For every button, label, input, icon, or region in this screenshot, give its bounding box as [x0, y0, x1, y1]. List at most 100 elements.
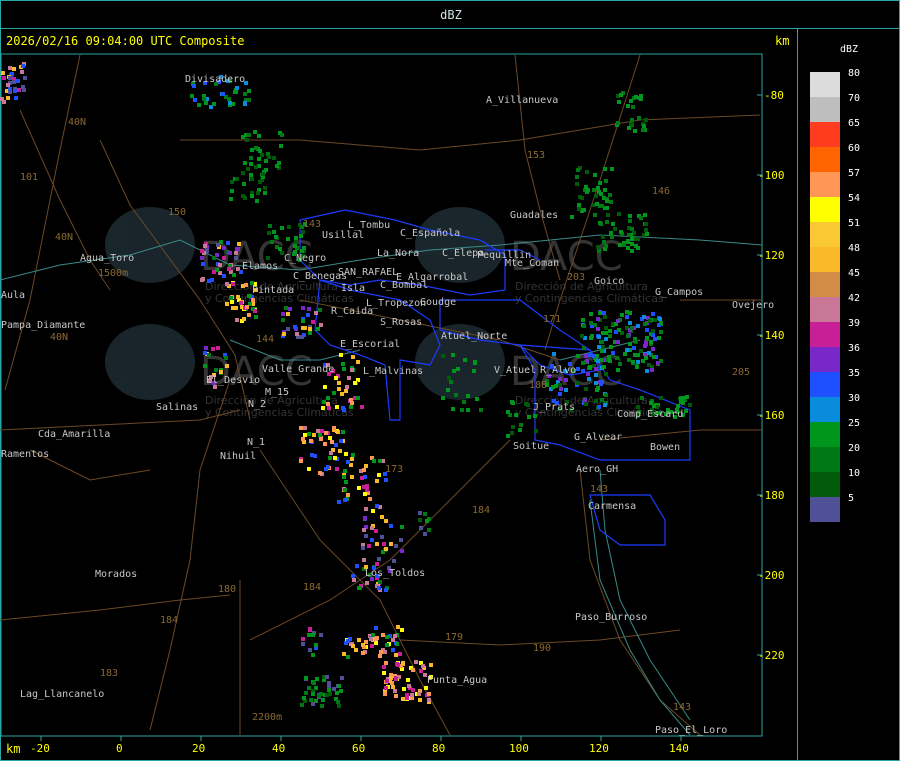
place-label: S_Rosas	[380, 317, 422, 328]
echo-pixel	[384, 547, 388, 551]
echo-pixel	[234, 306, 238, 310]
echo-pixel	[211, 347, 215, 351]
legend-title: dBZ	[840, 44, 859, 55]
echo-pixel	[419, 526, 423, 530]
echo-pixel	[341, 362, 345, 366]
echo-pixel	[380, 535, 384, 539]
echo-pixel	[235, 86, 239, 90]
place-label: Morados	[95, 569, 137, 580]
echo-pixel	[628, 311, 632, 315]
echo-pixel	[323, 385, 327, 389]
echo-pixel	[684, 409, 688, 413]
echo-pixel	[344, 452, 348, 456]
echo-pixel	[337, 684, 341, 688]
echo-pixel	[286, 327, 290, 331]
echo-pixel	[190, 94, 194, 98]
legend-swatch	[810, 272, 840, 297]
echo-pixel	[605, 199, 609, 203]
echo-pixel	[344, 641, 348, 645]
echo-pixel	[449, 380, 453, 384]
echo-pixel	[597, 345, 601, 349]
radar-map[interactable]: DACC DACC DACC DACC Dirección de Agricul…	[0, 0, 798, 761]
echo-pixel	[364, 507, 368, 511]
echo-pixel	[623, 352, 627, 356]
echo-pixel	[626, 239, 630, 243]
place-label: L_Tropezon	[366, 298, 426, 309]
echo-pixel	[588, 365, 592, 369]
echo-pixel	[384, 588, 388, 592]
echo-pixel	[564, 378, 568, 382]
echo-pixel	[600, 349, 604, 353]
echo-pixel	[360, 476, 364, 480]
echo-pixel	[618, 243, 622, 247]
echo-pixel	[222, 246, 226, 250]
echo-pixel	[606, 213, 610, 217]
echo-pixel	[225, 302, 229, 306]
echo-pixel	[363, 516, 367, 520]
echo-pixel	[214, 368, 218, 372]
echo-pixel	[245, 305, 249, 309]
echo-pixel	[334, 443, 338, 447]
echo-pixel	[360, 405, 364, 409]
place-label: Ovejero	[732, 300, 774, 311]
echo-pixel	[384, 661, 388, 665]
echo-pixel	[1, 71, 5, 75]
place-label: Lag_Llancanelo	[20, 689, 104, 700]
echo-pixel	[334, 376, 338, 380]
legend-label: 65	[848, 118, 861, 129]
x-axis-tick-marks	[40, 736, 682, 741]
echo-pixel	[294, 240, 298, 244]
echo-pixel	[321, 406, 325, 410]
echo-pixel	[311, 320, 315, 324]
echo-pixel	[21, 64, 25, 68]
echo-pixel	[234, 256, 238, 260]
echo-pixel	[452, 369, 456, 373]
echo-pixel	[558, 392, 562, 396]
echo-pixel	[411, 688, 415, 692]
echo-pixel	[594, 373, 598, 377]
echo-pixel	[16, 79, 20, 83]
place-label: Los_Toldos	[365, 568, 425, 579]
echo-pixel	[605, 220, 609, 224]
echo-pixel	[236, 247, 240, 251]
echo-pixel	[379, 650, 383, 654]
echo-pixel	[247, 89, 251, 93]
echo-pixel	[653, 318, 657, 322]
echo-pixel	[635, 365, 639, 369]
echo-pixel	[286, 237, 290, 241]
echo-pixel	[203, 351, 207, 355]
echo-pixel	[395, 642, 399, 646]
echo-pixel	[417, 692, 421, 696]
echo-pixel	[337, 387, 341, 391]
echo-pixel	[306, 313, 310, 317]
echo-pixel	[308, 648, 312, 652]
echo-pixel	[630, 118, 634, 122]
route-label: 150	[168, 207, 186, 218]
place-label: Agua_Toro	[80, 253, 134, 264]
echo-pixel	[343, 469, 347, 473]
echo-pixel	[616, 319, 620, 323]
echo-pixel	[575, 182, 579, 186]
echo-pixel	[629, 122, 633, 126]
echo-pixel	[527, 415, 531, 419]
place-label: G_Alvear	[574, 432, 622, 443]
route-label: 184	[303, 582, 321, 593]
echo-pixel	[242, 182, 246, 186]
echo-pixel	[207, 353, 211, 357]
echo-pixel	[299, 234, 303, 238]
echo-pixel	[350, 475, 354, 479]
echo-pixel	[519, 423, 523, 427]
echo-pixel	[221, 92, 225, 96]
echo-pixel	[250, 148, 254, 152]
x-tick: 120	[589, 742, 609, 755]
echo-pixel	[384, 478, 388, 482]
echo-pixel	[394, 677, 398, 681]
echo-pixel	[394, 653, 398, 657]
echo-pixel	[625, 348, 629, 352]
route-label: 40N	[68, 117, 86, 128]
echo-pixel	[447, 376, 451, 380]
echo-pixel	[351, 644, 355, 648]
echo-pixel	[441, 354, 445, 358]
echo-pixel	[308, 627, 312, 631]
echo-pixel	[622, 243, 626, 247]
